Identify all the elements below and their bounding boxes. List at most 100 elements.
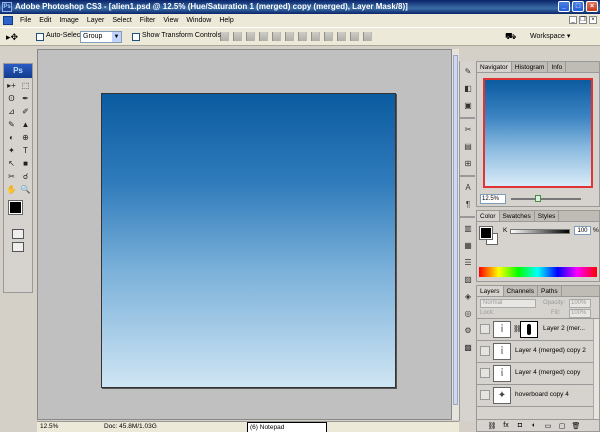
maximize-button[interactable]: □ xyxy=(572,1,584,12)
paragraph-icon[interactable]: ¶ xyxy=(462,199,474,211)
swatches-dock-icon[interactable]: ▩ xyxy=(462,342,474,354)
marquee-tool-icon[interactable]: ⬚ xyxy=(19,80,32,91)
align-right-icon[interactable] xyxy=(285,32,294,41)
visibility-toggle[interactable] xyxy=(480,390,490,400)
move-tool-icon[interactable]: ▸+ xyxy=(5,80,18,91)
layers-scrollbar[interactable] xyxy=(593,319,599,419)
link-layers-icon[interactable]: ⛓ xyxy=(487,422,497,430)
eraser-tool-icon[interactable]: ◐ xyxy=(5,132,18,143)
tab-styles[interactable]: Styles xyxy=(535,211,560,221)
minimize-button[interactable]: _ xyxy=(558,1,570,12)
opacity-input[interactable]: 100% xyxy=(569,299,591,308)
layer-name[interactable]: hoverboard copy 4 xyxy=(515,391,569,398)
distribute-left-icon[interactable] xyxy=(337,32,346,41)
brush-tool-icon[interactable]: ✎ xyxy=(5,119,18,130)
tab-color[interactable]: Color xyxy=(477,211,500,221)
layer-row[interactable]: ἰ ⛓ Layer 2 (mer... xyxy=(477,319,599,341)
visibility-toggle[interactable] xyxy=(480,346,490,356)
character-icon[interactable]: A xyxy=(462,182,474,194)
align-hcenter-icon[interactable] xyxy=(272,32,281,41)
document-icon[interactable] xyxy=(3,16,13,25)
channels-dock-icon[interactable]: ▨ xyxy=(462,274,474,286)
3d-tool-icon[interactable]: ☌ xyxy=(19,171,32,182)
layer-mask-thumbnail[interactable] xyxy=(520,321,538,338)
eyedropper-icon[interactable]: ✐ xyxy=(19,106,32,117)
new-group-icon[interactable]: ▭ xyxy=(543,422,553,430)
brushes-icon[interactable]: ✎ xyxy=(462,66,474,78)
scrollbar-thumb[interactable] xyxy=(453,55,458,405)
blend-mode-select[interactable]: Normal xyxy=(480,299,536,308)
color-spectrum-ramp[interactable] xyxy=(479,267,597,277)
layer-row[interactable]: ἰ Layer 4 (merged) copy xyxy=(477,363,599,385)
quick-mask-icon[interactable] xyxy=(12,229,24,239)
new-layer-icon[interactable]: ▢ xyxy=(557,422,567,430)
doc-close-button[interactable]: × xyxy=(589,16,597,24)
layer-row[interactable]: ἰ Layer 4 (merged) copy 2 xyxy=(477,341,599,363)
tab-swatches[interactable]: Swatches xyxy=(500,211,535,221)
tab-histogram[interactable]: Histogram xyxy=(512,62,549,72)
layer-row[interactable]: ✦ hoverboard copy 4 xyxy=(477,385,599,407)
type-tool-icon[interactable]: T xyxy=(19,145,32,156)
crop-tool-icon[interactable]: ⊿ xyxy=(5,106,18,117)
pen-tool-icon[interactable]: ✦ xyxy=(5,145,18,156)
add-mask-icon[interactable]: ◘ xyxy=(515,422,525,429)
layer-comps-icon[interactable]: ▣ xyxy=(462,100,474,112)
auto-select-dropdown[interactable]: Group ▼ xyxy=(80,31,122,43)
distribute-right-icon[interactable] xyxy=(363,32,372,41)
styles-dock-icon[interactable]: ◈ xyxy=(462,291,474,303)
layer-name[interactable]: Layer 4 (merged) copy xyxy=(515,369,580,376)
menu-filter[interactable]: Filter xyxy=(136,14,160,27)
align-bottom-icon[interactable] xyxy=(246,32,255,41)
masks-dock-icon[interactable]: ◎ xyxy=(462,308,474,320)
show-transform-checkbox[interactable] xyxy=(132,33,140,41)
foreground-color[interactable] xyxy=(8,200,23,215)
menu-image[interactable]: Image xyxy=(55,14,82,27)
menu-help[interactable]: Help xyxy=(215,14,237,27)
menu-window[interactable]: Window xyxy=(182,14,215,27)
shape-tool-icon[interactable]: ■ xyxy=(19,158,32,169)
status-zoom[interactable]: 12.5% xyxy=(40,422,58,432)
stamp-tool-icon[interactable]: ▲ xyxy=(19,119,32,130)
menu-select[interactable]: Select xyxy=(108,14,135,27)
doc-minimize-button[interactable]: _ xyxy=(569,16,577,24)
magic-wand-icon[interactable]: ✒ xyxy=(19,93,32,104)
paths-dock-icon[interactable]: ☰ xyxy=(462,257,474,269)
lasso-tool-icon[interactable]: ʘ xyxy=(5,93,18,104)
fill-input[interactable]: 100% xyxy=(569,309,591,318)
document-canvas[interactable] xyxy=(101,93,396,388)
vertical-scrollbar[interactable] xyxy=(452,49,459,420)
tab-navigator[interactable]: Navigator xyxy=(477,62,512,72)
tool-presets-icon[interactable]: ◧ xyxy=(462,83,474,95)
menu-layer[interactable]: Layer xyxy=(83,14,109,27)
align-left-icon[interactable] xyxy=(259,32,268,41)
visibility-toggle[interactable] xyxy=(480,324,490,334)
distribute-bottom-icon[interactable] xyxy=(324,32,333,41)
layer-style-icon[interactable]: fx xyxy=(501,422,511,429)
menu-view[interactable]: View xyxy=(159,14,182,27)
navigator-slider-knob[interactable] xyxy=(535,195,541,202)
tab-channels[interactable]: Channels xyxy=(504,286,538,296)
tab-info[interactable]: Info xyxy=(548,62,567,72)
layer-name[interactable]: Layer 2 (mer... xyxy=(543,325,585,332)
canvas-workspace[interactable] xyxy=(37,49,452,420)
navigator-zoom-input[interactable]: 12.5% xyxy=(480,194,506,204)
path-select-icon[interactable]: ↖ xyxy=(5,158,18,169)
bridge-icon[interactable]: ⛟ xyxy=(505,31,519,42)
k-channel-slider[interactable] xyxy=(510,229,570,234)
blur-tool-icon[interactable]: ⊕ xyxy=(19,132,32,143)
auto-select-checkbox[interactable] xyxy=(36,33,44,41)
visibility-toggle[interactable] xyxy=(480,368,490,378)
tab-paths[interactable]: Paths xyxy=(538,286,562,296)
navigator-dock-icon[interactable]: ▦ xyxy=(462,240,474,252)
tab-layers[interactable]: Layers xyxy=(477,286,504,296)
move-tool-icon[interactable]: ▸✥ xyxy=(6,32,18,43)
info-icon[interactable]: ▥ xyxy=(462,223,474,235)
menu-edit[interactable]: Edit xyxy=(35,14,55,27)
close-button[interactable]: × xyxy=(586,1,598,12)
screen-mode-icon[interactable] xyxy=(12,242,24,252)
color-foreground-swatch[interactable] xyxy=(479,226,493,240)
adjustment-layer-icon[interactable]: ◐ xyxy=(529,422,539,429)
hand-tool-icon[interactable]: ✋ xyxy=(5,184,18,195)
distribute-hcenter-icon[interactable] xyxy=(350,32,359,41)
adjust-dock-icon[interactable]: ⚙ xyxy=(462,325,474,337)
